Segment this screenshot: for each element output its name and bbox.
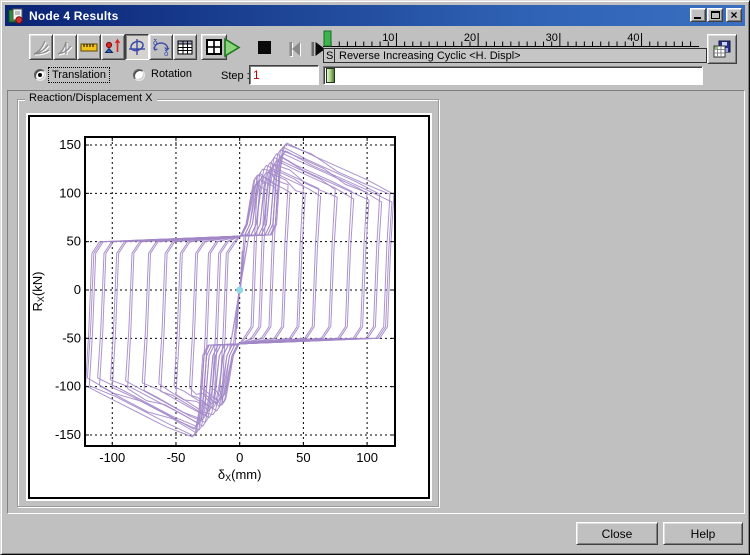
window-title: Node 4 Results <box>29 9 119 23</box>
case-prefix-cell: S <box>324 49 335 62</box>
timeline-ruler[interactable]: 10 20 30 40 <box>323 28 705 48</box>
y-tick-label: -50 <box>62 330 81 345</box>
x-tick-label: 50 <box>296 450 310 465</box>
y-tick-label: 100 <box>59 185 81 200</box>
y-tick-label: 150 <box>59 137 81 152</box>
help-button[interactable]: Help <box>663 522 743 545</box>
ruler-tick-label: 10 <box>382 32 394 44</box>
x-axis-label: δX(mm) <box>218 467 262 483</box>
maximize-button[interactable] <box>707 8 723 22</box>
deformed-shape-button[interactable] <box>29 34 53 60</box>
probe-displacement-icon <box>103 37 123 57</box>
minimize-icon <box>694 17 701 19</box>
timeline-slider-handle[interactable] <box>326 68 335 83</box>
load-case-bar: S Reverse Increasing Cyclic <H. Displ> <box>323 48 707 63</box>
chart-frame <box>29 116 429 498</box>
y-tick-label: -100 <box>55 379 81 394</box>
stop-button[interactable] <box>257 40 273 56</box>
save-results-button[interactable] <box>707 34 737 64</box>
hysteresis-chart: -150 -100 -50 0 50 100 150 -100 -50 0 50 100 δX(mm) R… <box>26 113 432 501</box>
y-tick-label: 0 <box>74 282 81 297</box>
timeline-slider[interactable] <box>323 66 703 85</box>
ruler-measure-button[interactable] <box>77 34 101 60</box>
maximize-icon <box>711 11 720 19</box>
deformed-shape-icon <box>31 37 51 57</box>
chart-groupbox: Reaction/Displacement X -150-100-5005010… <box>17 99 439 507</box>
step-input[interactable] <box>249 65 319 85</box>
title-bar[interactable]: Node 4 Results × <box>5 5 745 26</box>
step-back-button[interactable] <box>286 39 306 59</box>
rotation-plot-button[interactable]: δ δ <box>149 34 173 60</box>
ruler-tick-label: 20 <box>464 32 476 44</box>
ruler-tick-label: 30 <box>546 32 558 44</box>
deformed-shape-animate-button[interactable] <box>53 34 77 60</box>
x-tick-label: 100 <box>356 450 378 465</box>
table-icon <box>175 37 195 57</box>
timeline-position-marker <box>324 31 331 46</box>
ruler-icon <box>79 37 99 57</box>
translation-plot-button[interactable] <box>125 34 149 60</box>
close-button[interactable]: × <box>726 8 742 22</box>
x-tick-label: 0 <box>236 450 243 465</box>
close-dialog-button[interactable]: Close <box>576 522 658 545</box>
svg-text:δ: δ <box>153 38 158 47</box>
play-button[interactable] <box>220 36 244 60</box>
chart-panel: -150 -100 -50 0 50 100 150 -100 -50 0 50 100 δX(mm) R… <box>26 113 432 501</box>
minimize-button[interactable] <box>690 8 706 22</box>
x-tick-label: -100 <box>99 450 125 465</box>
load-case-label: Reverse Increasing Cyclic <H. Displ> <box>335 50 521 62</box>
chart-title: Reaction/Displacement X <box>25 92 157 104</box>
ruler-tick-label: 40 <box>627 32 639 44</box>
result-table-button[interactable] <box>173 34 197 60</box>
translation-plot-icon <box>127 37 147 57</box>
radio-rotation-label[interactable]: Rotation <box>148 67 195 81</box>
app-icon <box>8 8 24 24</box>
y-tick-label: 50 <box>67 234 81 249</box>
y-axis-label: RX(kN) <box>30 272 46 312</box>
save-results-icon <box>712 39 732 59</box>
radio-translation[interactable] <box>34 69 46 81</box>
rotation-plot-icon: δ δ <box>151 37 171 57</box>
close-icon: × <box>730 10 737 20</box>
dialog-node4-results: Node 4 Results × <box>0 0 750 555</box>
radio-translation-label[interactable]: Translation <box>48 67 110 83</box>
x-tick-label: -50 <box>167 450 186 465</box>
results-panel: Reaction/Displacement X -150 -100 -50 0 50 10… <box>7 90 745 514</box>
origin-marker <box>236 287 243 294</box>
step-label: Step : <box>221 70 250 82</box>
deformed-shape-animate-icon <box>55 37 75 57</box>
y-tick-label: -150 <box>55 427 81 442</box>
radio-rotation[interactable] <box>133 69 145 81</box>
svg-text:δ: δ <box>164 49 169 57</box>
probe-displacement-button[interactable] <box>101 34 125 60</box>
